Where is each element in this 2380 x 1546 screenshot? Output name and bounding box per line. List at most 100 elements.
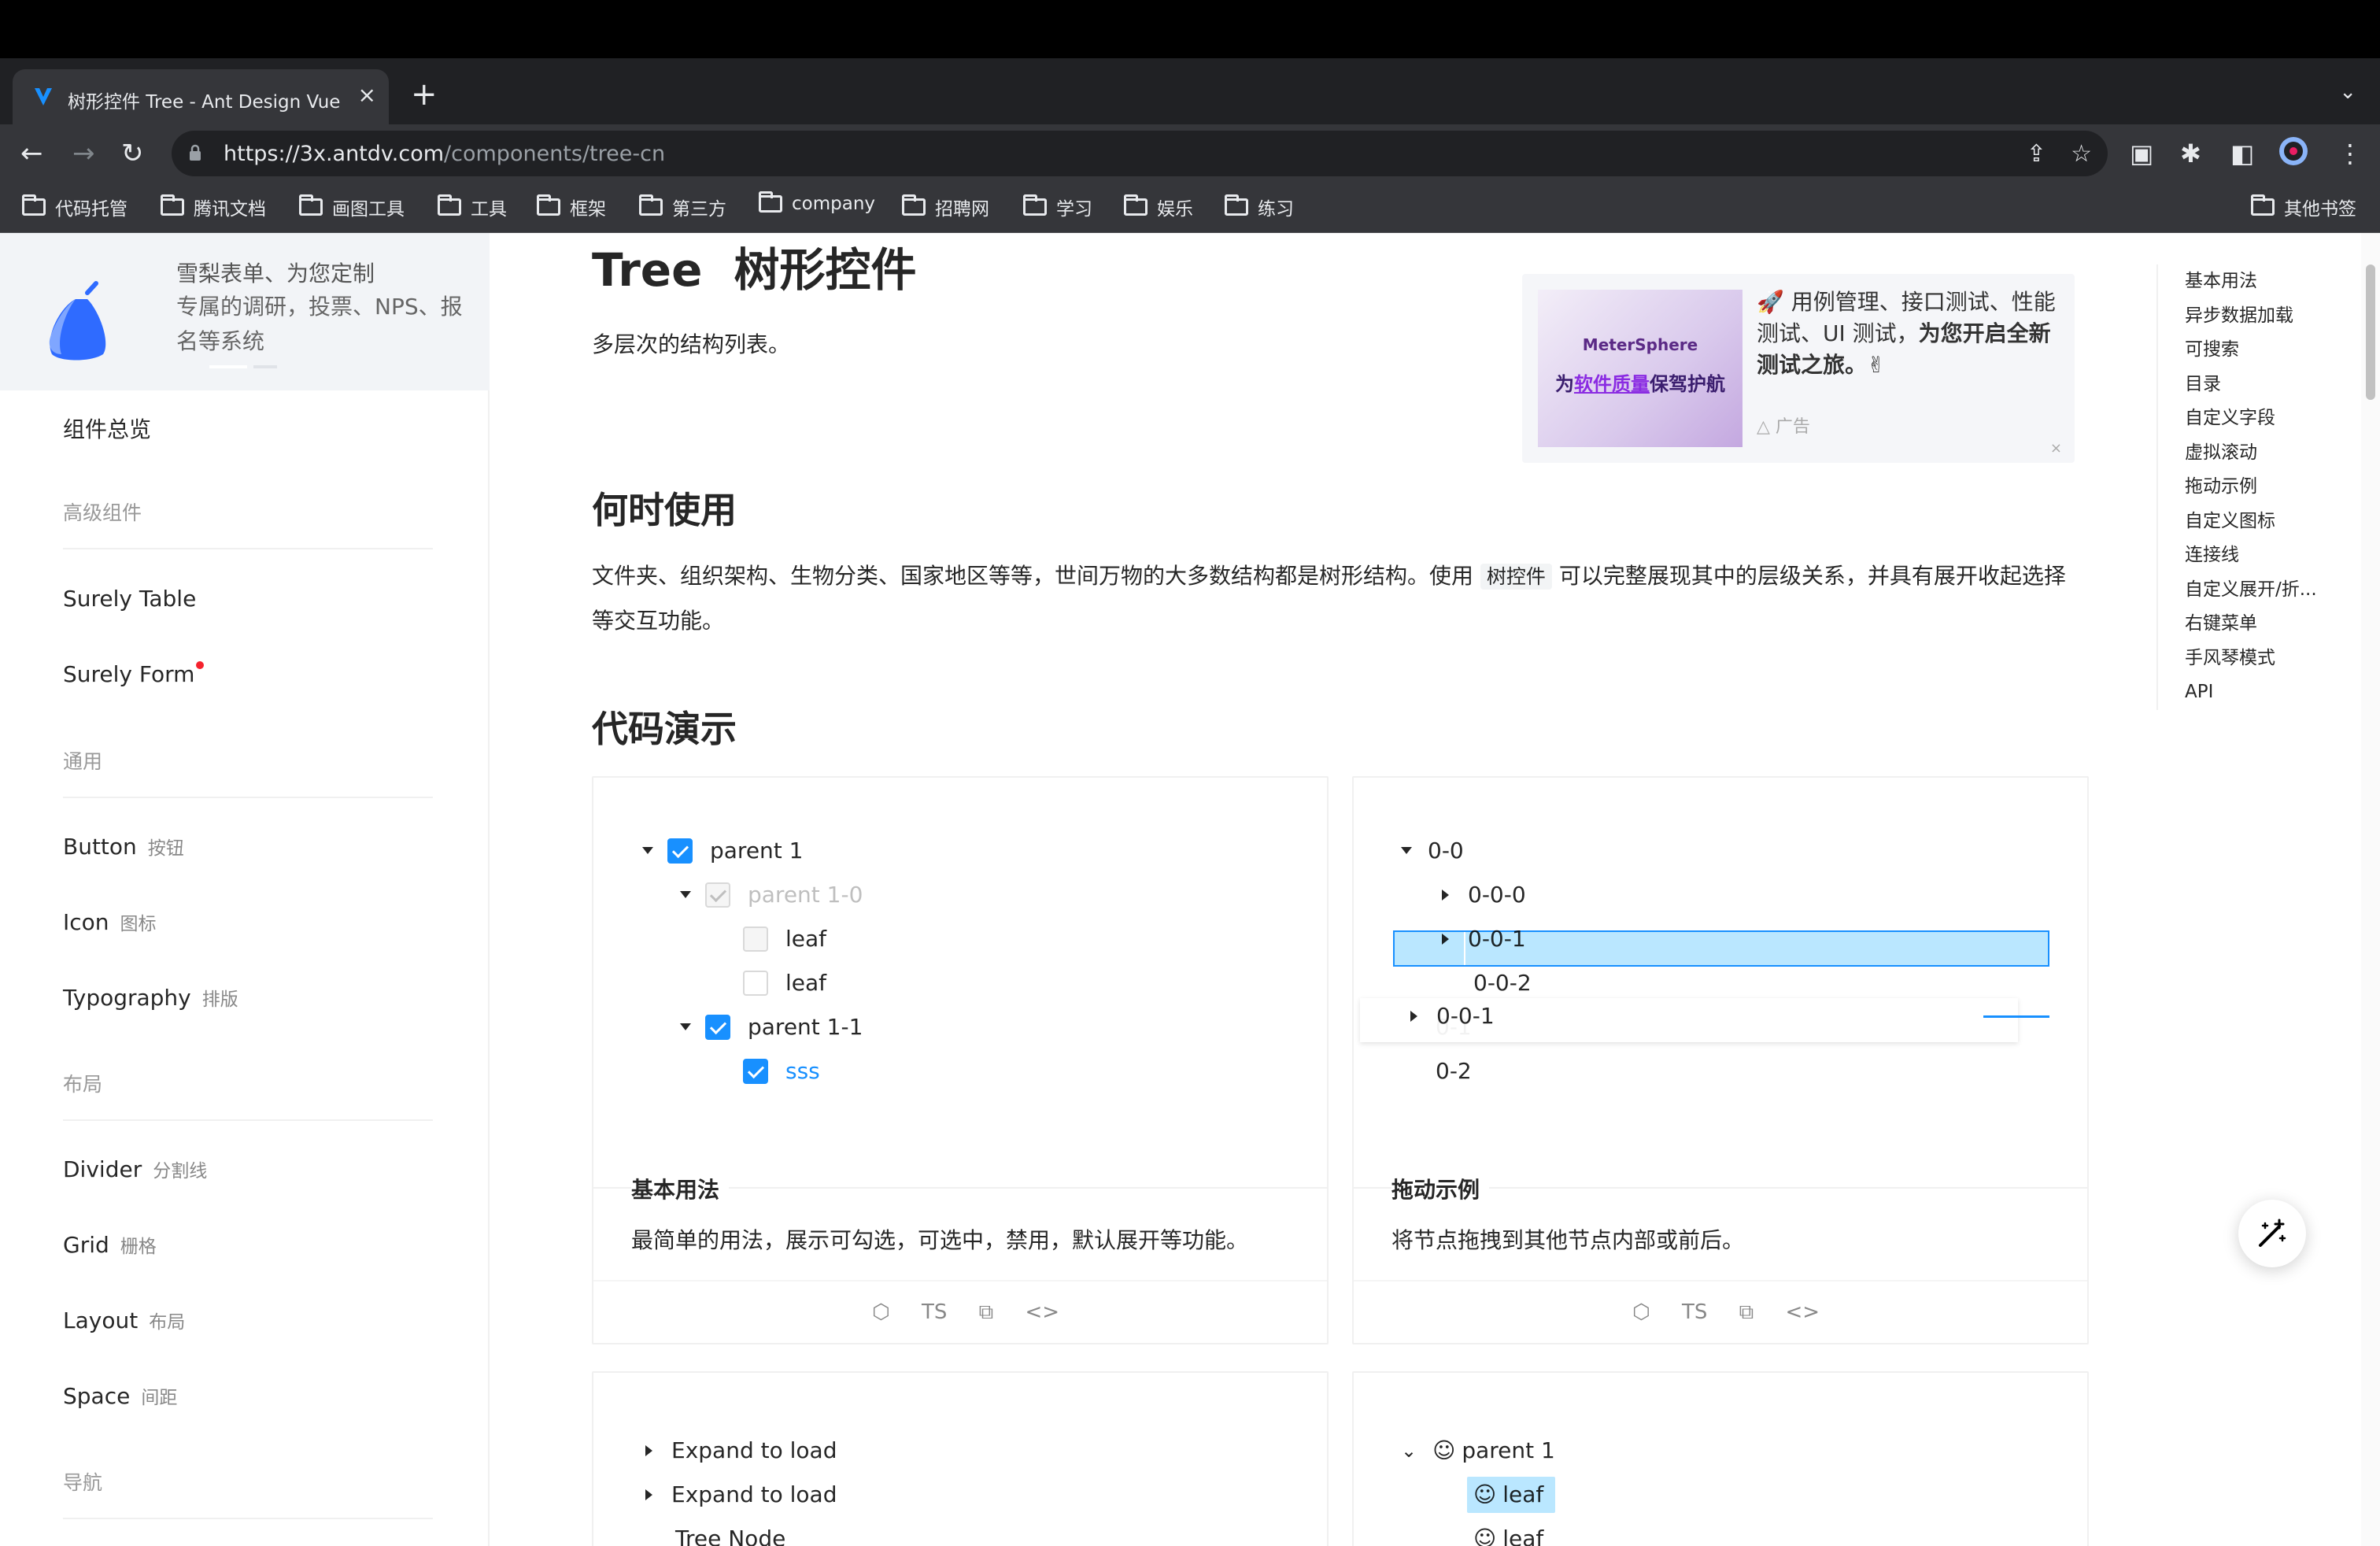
folder-icon (22, 194, 46, 216)
ts-toggle[interactable]: TS (922, 1300, 947, 1324)
tree-node-drop-target[interactable]: 0-0-1 (1442, 926, 1526, 952)
copy-icon[interactable]: ⧉ (979, 1300, 994, 1324)
ad-close-icon[interactable]: × (2050, 440, 2062, 457)
tree-node[interactable]: parent 1 (642, 838, 804, 864)
folder-icon (161, 194, 184, 216)
checkbox-checked[interactable] (743, 1058, 768, 1084)
share-icon[interactable]: ⇪ (2027, 140, 2046, 168)
toc-link[interactable]: 手风琴模式 (2158, 642, 2330, 676)
toc-link[interactable]: 自定义字段 (2158, 401, 2330, 436)
copy-icon[interactable]: ⧉ (1739, 1300, 1754, 1324)
bookmark-folder[interactable]: 腾讯文档 (161, 194, 266, 220)
bookmark-folder[interactable]: 第三方 (639, 194, 726, 220)
bookmark-folder[interactable]: 学习 (1023, 194, 1092, 220)
menu-item-divider[interactable]: Divider 分割线 (63, 1156, 207, 1182)
codesandbox-icon[interactable]: ⬡ (872, 1300, 890, 1324)
menu-item-icon[interactable]: Icon 图标 (63, 908, 157, 935)
bookmark-folder[interactable]: 招聘网 (902, 194, 989, 220)
tree-node[interactable]: Tree Node (675, 1526, 785, 1546)
menu-item-grid[interactable]: Grid 栅格 (63, 1231, 157, 1258)
caret-right-icon[interactable] (645, 1444, 652, 1456)
menu-item-typography[interactable]: Typography 排版 (63, 984, 238, 1011)
menu-item-button[interactable]: Button 按钮 (63, 833, 184, 860)
menu-item-surely-table[interactable]: Surely Table (63, 586, 196, 612)
bookmark-folder[interactable]: 画图工具 (299, 194, 405, 220)
carousel-dots[interactable] (209, 365, 280, 368)
new-tab-icon[interactable]: + (411, 79, 438, 110)
theme-magic-button[interactable] (2238, 1200, 2306, 1267)
bookmark-folder[interactable]: 工具 (438, 194, 507, 220)
menu-item-layout[interactable]: Layout 布局 (63, 1307, 185, 1333)
bookmark-folder[interactable]: 代码托管 (22, 194, 128, 220)
address-bar[interactable]: https://3x.antdv.com/components/tree-cn … (172, 131, 2108, 176)
side-panel-icon[interactable]: ◧ (2230, 139, 2254, 168)
browser-menu-icon[interactable]: ⋮ (2338, 139, 2363, 168)
menu-item-surely-form[interactable]: Surely Form (63, 661, 205, 687)
bookmark-folder[interactable]: 框架 (537, 194, 606, 220)
tree-node[interactable]: parent 1-1 (680, 1014, 863, 1040)
caret-right-icon[interactable] (645, 1489, 652, 1500)
toc-link[interactable]: 自定义图标 (2158, 505, 2330, 539)
menu-item-space[interactable]: Space 间距 (63, 1382, 177, 1409)
bookmark-folder[interactable]: 娱乐 (1124, 194, 1193, 220)
sidebar-ad-banner[interactable]: 雪梨表单、为您定制 专属的调研，投票、NPS、报名等系统 (0, 233, 490, 390)
toc-link[interactable]: 目录 (2158, 368, 2330, 402)
caret-down-icon[interactable] (680, 1023, 691, 1030)
extensions-puzzle-icon[interactable]: ✱ (2180, 139, 2201, 168)
toc-link[interactable]: 基本用法 (2158, 264, 2330, 299)
tree-node[interactable]: 0-0-2 (1473, 970, 1532, 996)
toc-link[interactable]: 可搜索 (2158, 333, 2330, 368)
folder-icon (902, 194, 926, 216)
code-expand-icon[interactable]: <> (1025, 1300, 1059, 1324)
code-expand-icon[interactable]: <> (1785, 1300, 1820, 1324)
back-icon[interactable]: ← (20, 139, 43, 168)
toc-link[interactable]: 拖动示例 (2158, 470, 2330, 505)
tree-node-leaf[interactable]: sss (718, 1058, 820, 1084)
tree-node[interactable]: 0-2 (1436, 1058, 1472, 1084)
extension-window-icon[interactable]: ▣ (2130, 139, 2153, 168)
ad-triangle-icon: △ (1757, 417, 1770, 437)
tree-node[interactable]: 0-0-0 (1442, 882, 1526, 908)
bookmark-folder[interactable]: company (759, 191, 875, 214)
toc-link[interactable]: API (2158, 675, 2330, 710)
bookmark-star-icon[interactable]: ☆ (2071, 140, 2092, 168)
tab-search-chevron-icon[interactable]: ⌄ (2339, 80, 2356, 104)
toc-link[interactable]: 异步数据加载 (2158, 299, 2330, 334)
browser-tab-active[interactable]: 树形控件 Tree - Ant Design Vue × (13, 69, 389, 124)
tree-node[interactable]: ⌄ ☺ parent 1 (1401, 1437, 1555, 1463)
profile-avatar[interactable] (2278, 135, 2309, 173)
caret-down-icon[interactable] (1401, 847, 1412, 854)
bookmark-folder[interactable]: 练习 (1225, 194, 1294, 220)
scrollbar-thumb[interactable] (2366, 264, 2375, 400)
toc-link[interactable]: 自定义展开/折... (2158, 573, 2330, 608)
other-bookmarks-folder[interactable]: 其他书签 (2251, 194, 2356, 220)
tree-node-selected[interactable]: ☺ leaf (1473, 1481, 1543, 1507)
toc-link[interactable]: 右键菜单 (2158, 607, 2330, 642)
ts-toggle[interactable]: TS (1682, 1300, 1707, 1324)
caret-right-icon[interactable] (1442, 889, 1449, 901)
sponsor-ad[interactable]: MeterSphere 为软件质量保驾护航 🚀 用例管理、接口测试、性能测试、U… (1522, 274, 2075, 463)
page-title: Tree 树形控件 (592, 243, 917, 297)
caret-down-icon[interactable] (680, 891, 691, 898)
toc-link[interactable]: 虚拟滚动 (2158, 436, 2330, 471)
tree-node[interactable]: 0-0 (1401, 838, 1464, 864)
tree-node[interactable]: Expand to load (645, 1481, 837, 1507)
forward-icon[interactable]: → (72, 139, 95, 168)
tree-node[interactable]: ☺ leaf (1473, 1526, 1543, 1546)
tree-node[interactable]: Expand to load (645, 1437, 837, 1463)
reload-icon[interactable]: ↻ (121, 139, 144, 168)
codesandbox-icon[interactable]: ⬡ (1632, 1300, 1650, 1324)
tree-node-leaf[interactable]: leaf (718, 970, 826, 996)
checkbox-unchecked[interactable] (743, 970, 768, 996)
tree-node-leaf[interactable]: leaf (718, 926, 826, 952)
chevron-down-icon[interactable]: ⌄ (1401, 1440, 1417, 1462)
checkbox-checked[interactable] (705, 1014, 730, 1040)
page-scrollbar[interactable] (2361, 233, 2380, 1546)
section-heading-when: 何时使用 (592, 489, 737, 531)
caret-down-icon[interactable] (642, 847, 653, 854)
caret-right-icon[interactable] (1442, 933, 1449, 945)
toc-link[interactable]: 连接线 (2158, 538, 2330, 573)
checkbox-checked[interactable] (667, 838, 693, 864)
tab-close-icon[interactable]: × (358, 82, 376, 108)
menu-item-overview[interactable]: 组件总览 (63, 412, 151, 444)
